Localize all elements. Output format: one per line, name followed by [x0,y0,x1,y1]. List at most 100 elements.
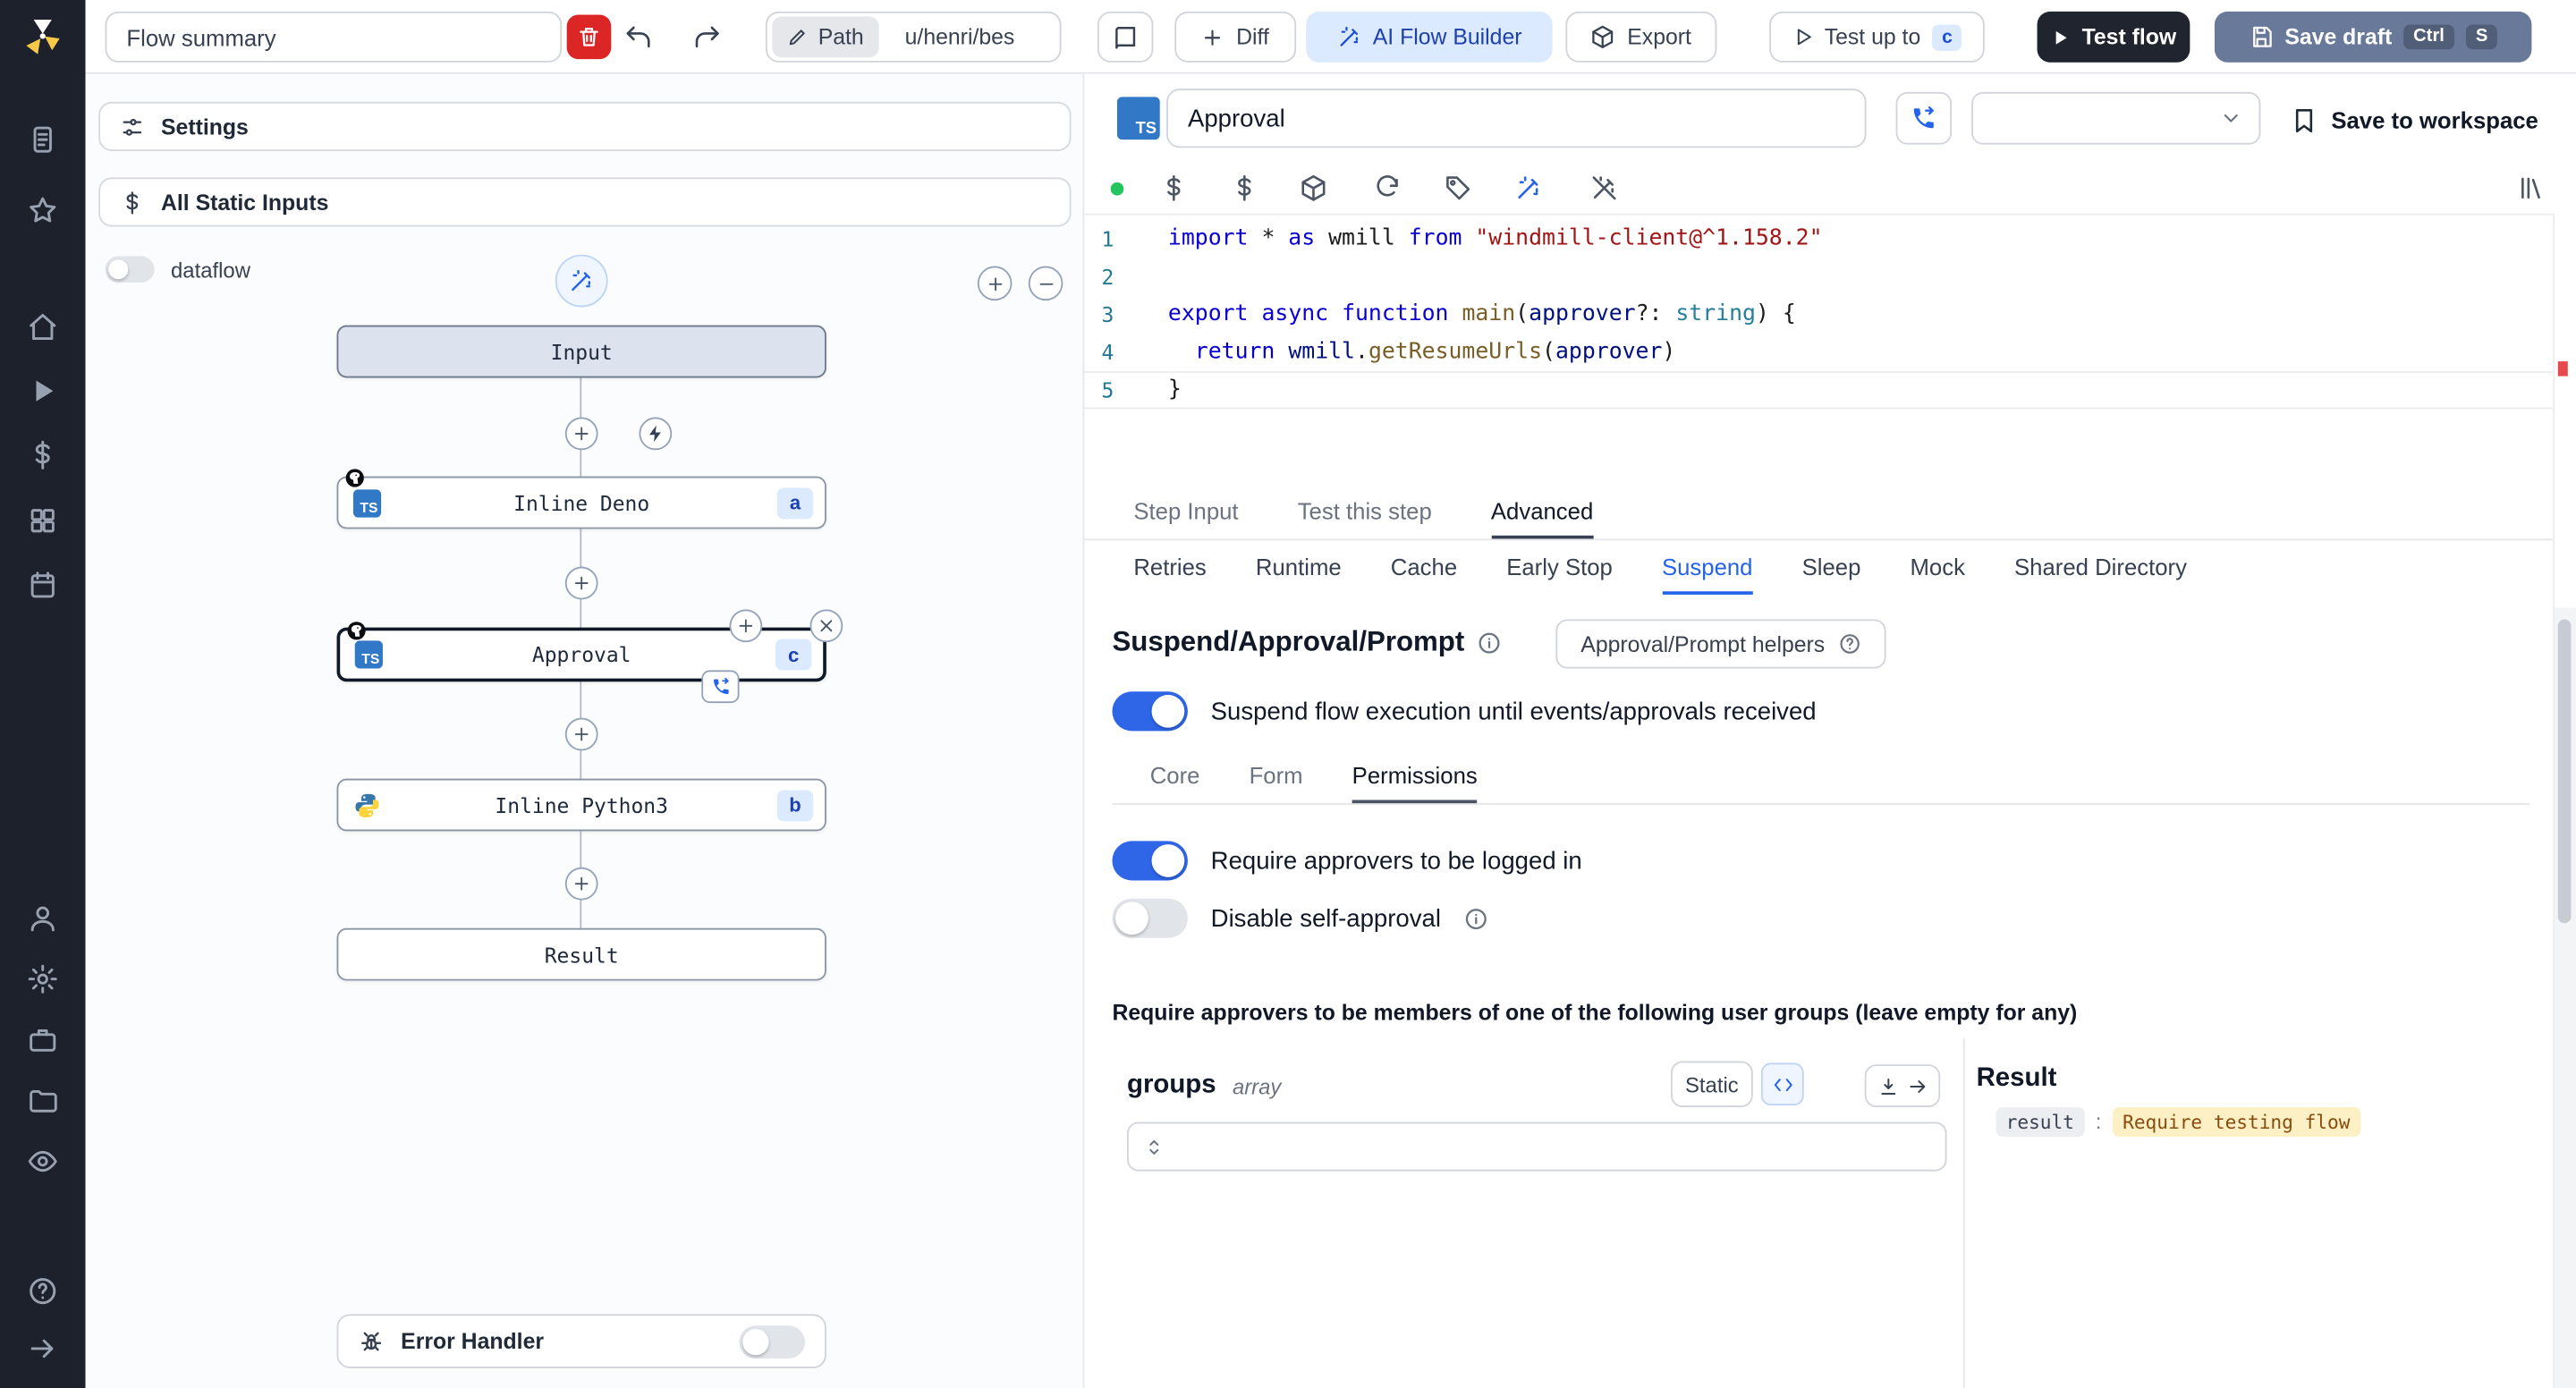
flow-node-result[interactable]: Result [336,927,826,981]
ai-flow-builder-button[interactable]: AI Flow Builder [1306,11,1553,63]
suspend-indicator-button[interactable] [701,670,740,704]
sidebar-item-runs-icon[interactable] [27,124,58,156]
add-variable-icon[interactable] [1160,174,1188,202]
flow-node-input[interactable]: Input [336,325,826,378]
tab-early-stop[interactable]: Early Stop [1506,540,1613,595]
plus-icon [1202,25,1225,48]
app-sidebar [0,0,86,1388]
sidebar-item-settings-icon[interactable] [27,963,58,994]
sidebar-item-schedules-icon[interactable] [27,569,58,600]
sidebar-item-resources-icon[interactable] [27,505,58,537]
chevron-down-icon [2219,106,2242,130]
sidebar-item-variables-icon[interactable] [27,439,58,470]
zoom-in-button[interactable] [977,266,1013,301]
error-handler-toggle[interactable] [739,1325,805,1358]
open-docs-button[interactable] [1097,11,1154,63]
worker-tag-select[interactable] [1971,91,2261,145]
tab-shared-directory[interactable]: Shared Directory [2014,540,2187,595]
test-flow-button[interactable]: Test flow [2037,11,2190,63]
add-resource-icon[interactable] [1231,174,1258,202]
tab-suspend[interactable]: Suspend [1661,540,1753,595]
code-line[interactable]: 5} [1084,371,2554,410]
error-handler-row[interactable]: Error Handler [336,1314,826,1368]
sidebar-item-folders-icon[interactable] [27,1085,58,1116]
package-icon[interactable] [1300,174,1327,202]
insert-step-button[interactable] [564,417,598,451]
suspend-step-button[interactable] [1895,91,1953,145]
tab-form[interactable]: Form [1250,750,1303,803]
insert-step-button[interactable] [564,867,598,901]
connect-input-buttons[interactable] [1864,1064,1941,1107]
ai-assistant-icon[interactable] [1514,174,1542,202]
tab-sleep[interactable]: Sleep [1802,540,1861,595]
question-circle-icon [1838,632,1861,656]
info-icon[interactable] [1478,630,1503,655]
tab-core[interactable]: Core [1150,750,1200,803]
node-id-badge: b [776,789,814,821]
ai-builder-graph-button[interactable] [555,254,608,308]
tab-advanced[interactable]: Advanced [1490,487,1594,539]
info-icon[interactable] [1464,906,1489,931]
tab-step-input[interactable]: Step Input [1133,487,1238,539]
flow-settings-button[interactable]: Settings [98,101,1072,151]
redo-button[interactable] [683,11,730,63]
minus-icon [1036,274,1055,293]
tag-icon[interactable] [1444,174,1471,202]
suspend-toggle-label: Suspend flow execution until events/appr… [1210,697,1817,725]
tab-runtime[interactable]: Runtime [1256,540,1342,595]
sidebar-item-users-icon[interactable] [27,902,58,934]
test-up-to-button[interactable]: Test up to c [1769,11,1985,63]
export-button[interactable]: Export [1565,11,1717,63]
static-mode-button[interactable]: Static [1670,1061,1753,1107]
save-to-workspace-button[interactable]: Save to workspace [2290,100,2538,140]
suspend-toggle[interactable] [1112,691,1188,732]
sidebar-item-favorites-icon[interactable] [27,195,58,226]
add-branch-button[interactable] [729,609,763,643]
zoom-out-button[interactable] [1028,266,1063,301]
code-editor[interactable]: 1 import * as wmill from "windmill-client… [1084,220,2554,410]
windmill-logo-icon[interactable] [23,16,63,55]
insert-step-button[interactable] [564,717,598,751]
sidebar-item-home-icon[interactable] [27,311,58,343]
tab-retries[interactable]: Retries [1133,540,1206,595]
approval-prompt-helpers-button[interactable]: Approval/Prompt helpers [1555,619,1886,669]
reload-icon[interactable] [1374,174,1402,202]
undo-button[interactable] [614,11,661,63]
path-field[interactable]: Path u/henri/bes [765,11,1062,63]
flow-node-inline-deno[interactable]: TS Inline Deno a [336,469,826,529]
delete-step-button[interactable] [809,609,843,643]
sidebar-item-runs-play-icon[interactable] [27,376,58,407]
path-edit-button[interactable]: Path [772,16,879,58]
code-line[interactable]: 2 [1084,258,2553,295]
scrollbar-thumb[interactable] [2557,619,2572,924]
code-line[interactable]: 3 export async function main(approver?: s… [1084,296,2553,334]
tab-permissions[interactable]: Permissions [1352,750,1478,804]
disable-self-approval-toggle[interactable] [1112,898,1188,938]
save-draft-button[interactable]: Save draft Ctrl S [2214,11,2532,63]
ai-assistant-off-icon[interactable] [1590,174,1618,202]
sidebar-collapse-icon[interactable] [27,1333,58,1365]
sidebar-item-workers-icon[interactable] [27,1024,58,1055]
dataflow-toggle[interactable] [105,256,155,283]
sidebar-help-icon[interactable] [27,1275,58,1307]
all-static-inputs-button[interactable]: All Static Inputs [98,177,1072,227]
sidebar-item-audit-icon[interactable] [27,1146,58,1177]
insert-step-button[interactable] [564,566,598,600]
delete-flow-button[interactable] [566,14,612,60]
scrollbar-track[interactable] [2555,607,2576,1388]
insert-trigger-button[interactable] [639,417,673,451]
tab-mock[interactable]: Mock [1910,540,1964,595]
diff-button[interactable]: Diff [1174,11,1297,63]
flow-node-inline-python[interactable]: Inline Python3 b [336,778,826,832]
expression-mode-button[interactable] [1760,1062,1804,1106]
require-login-toggle[interactable] [1112,841,1188,881]
groups-input[interactable] [1126,1121,1947,1172]
code-line[interactable]: 1 import * as wmill from "windmill-client… [1084,220,2553,258]
plus-icon [572,424,591,444]
tab-test-this-step[interactable]: Test this step [1298,487,1432,539]
library-icon[interactable] [2517,174,2545,202]
flow-summary-input[interactable] [105,11,563,63]
code-line[interactable]: 4 return wmill.getResumeUrls(approver) [1084,334,2553,371]
tab-cache[interactable]: Cache [1391,540,1457,595]
step-name-input[interactable] [1166,89,1867,148]
